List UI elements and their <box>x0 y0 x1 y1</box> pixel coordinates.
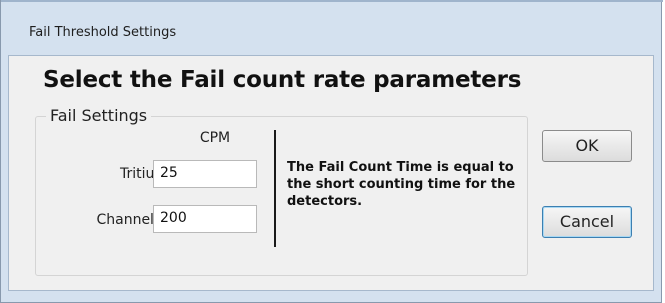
dialog-heading: Select the Fail count rate parameters <box>43 67 522 93</box>
group-title: Fail Settings <box>46 106 152 125</box>
ok-button[interactable]: OK <box>542 130 632 162</box>
dialog-window: Fail Threshold Settings Select the Fail … <box>0 0 663 303</box>
window-title: Fail Threshold Settings <box>29 25 177 40</box>
channel-b-field[interactable]: 200 <box>153 205 257 233</box>
vertical-divider <box>274 130 276 247</box>
cpm-column-header: CPM <box>199 130 231 146</box>
cancel-button[interactable]: Cancel <box>542 206 632 238</box>
fail-count-note: The Fail Count Time is equal to the shor… <box>287 160 516 209</box>
title-bar[interactable]: Fail Threshold Settings <box>1 2 661 55</box>
tritium-field[interactable]: 25 <box>153 160 257 188</box>
dialog-client-area: Select the Fail count rate parameters Fa… <box>8 55 654 291</box>
channel-b-label: Channel B <box>96 212 168 228</box>
